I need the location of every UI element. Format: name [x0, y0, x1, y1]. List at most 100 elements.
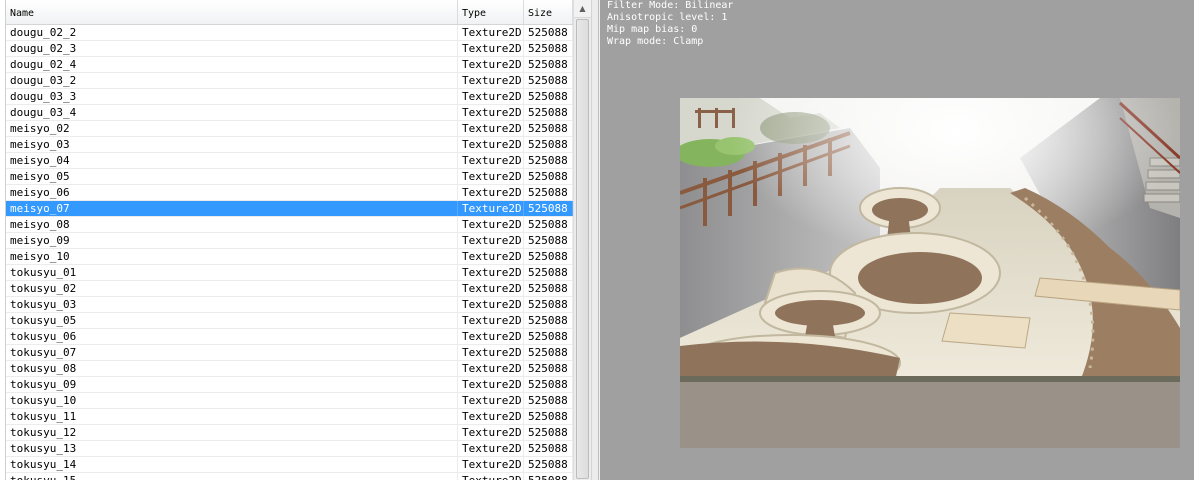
asset-list-rows: dougu_02_2 Texture2D 525088 dougu_02_3 Textu… [6, 25, 573, 480]
asset-name-cell: dougu_02_4 [6, 57, 458, 72]
asset-type-cell: Texture2D [458, 249, 524, 264]
asset-list-row[interactable]: meisyo_07 Texture2D 525088 [6, 201, 573, 217]
asset-viewer-window: Name Type Size dougu_02_2 Texture2D 525088… [0, 0, 1194, 480]
asset-list-row[interactable]: meisyo_04 Texture2D 525088 [6, 153, 573, 169]
asset-size-cell: 525088 [524, 89, 573, 104]
asset-list-row[interactable]: meisyo_08 Texture2D 525088 [6, 217, 573, 233]
asset-type-cell: Texture2D [458, 217, 524, 232]
asset-list-row[interactable]: meisyo_03 Texture2D 525088 [6, 137, 573, 153]
asset-type-cell: Texture2D [458, 89, 524, 104]
column-header-type[interactable]: Type [458, 0, 524, 24]
asset-size-cell: 525088 [524, 473, 573, 480]
asset-type-cell: Texture2D [458, 25, 524, 40]
asset-list-row[interactable]: tokusyu_15Texture2D525088 [6, 473, 573, 480]
asset-list-row[interactable]: dougu_02_2 Texture2D 525088 [6, 25, 573, 41]
asset-name-cell: tokusyu_06 [6, 329, 458, 344]
scrollbar-thumb[interactable] [576, 19, 589, 479]
column-header-size[interactable]: Size [524, 0, 573, 24]
asset-size-cell: 525088 [524, 265, 573, 280]
asset-list-row[interactable]: tokusyu_08 Texture2D 525088 [6, 361, 573, 377]
asset-list-row[interactable]: meisyo_05 Texture2D 525088 [6, 169, 573, 185]
asset-list-row[interactable]: dougu_03_4 Texture2D 525088 [6, 105, 573, 121]
asset-type-cell: Texture2D [458, 73, 524, 88]
asset-list-panel: Name Type Size dougu_02_2 Texture2D 525088… [0, 0, 591, 480]
asset-name-cell: dougu_03_2 [6, 73, 458, 88]
asset-list-row[interactable]: tokusyu_12 Texture2D 525088 [6, 425, 573, 441]
asset-name-cell: tokusyu_07 [6, 345, 458, 360]
asset-type-cell: Texture2D [458, 313, 524, 328]
asset-size-cell: 525088 [524, 41, 573, 56]
asset-name-cell: tokusyu_12 [6, 425, 458, 440]
asset-name-cell: tokusyu_10 [6, 393, 458, 408]
asset-type-cell: Texture2D [458, 121, 524, 136]
asset-type-cell: Texture2D [458, 41, 524, 56]
asset-list-row[interactable]: tokusyu_02 Texture2D 525088 [6, 281, 573, 297]
asset-list-row[interactable]: meisyo_02 Texture2D 525088 [6, 121, 573, 137]
asset-list-row[interactable]: tokusyu_09 Texture2D 525088 [6, 377, 573, 393]
scroll-up-arrow-icon[interactable]: ▲ [574, 0, 591, 18]
asset-type-cell: Texture2D [458, 409, 524, 424]
asset-type-cell: Texture2D [458, 281, 524, 296]
asset-name-cell: dougu_02_3 [6, 41, 458, 56]
asset-list-row[interactable]: dougu_03_3 Texture2D 525088 [6, 89, 573, 105]
asset-name-cell: tokusyu_03 [6, 297, 458, 312]
asset-list-row[interactable]: tokusyu_07 Texture2D 525088 [6, 345, 573, 361]
asset-name-cell: tokusyu_11 [6, 409, 458, 424]
vertical-scrollbar[interactable]: ▲ [573, 0, 591, 480]
asset-list-row[interactable]: tokusyu_03 Texture2D 525088 [6, 297, 573, 313]
asset-name-cell: tokusyu_05 [6, 313, 458, 328]
asset-type-cell: Texture2D [458, 457, 524, 472]
asset-size-cell: 525088 [524, 121, 573, 136]
panel-splitter[interactable] [591, 0, 599, 480]
asset-size-cell: 525088 [524, 409, 573, 424]
column-header-name[interactable]: Name [6, 0, 458, 24]
asset-list[interactable]: Name Type Size dougu_02_2 Texture2D 525088… [5, 0, 573, 480]
asset-size-cell: 525088 [524, 313, 573, 328]
asset-list-row[interactable]: meisyo_06 Texture2D 525088 [6, 185, 573, 201]
asset-list-row[interactable]: meisyo_10 Texture2D 525088 [6, 249, 573, 265]
asset-size-cell: 525088 [524, 329, 573, 344]
asset-list-row[interactable]: dougu_03_2 Texture2D 525088 [6, 73, 573, 89]
texture-preview-panel: Filter Mode: Bilinear Anisotropic level:… [600, 0, 1194, 480]
asset-list-row[interactable]: tokusyu_10 Texture2D 525088 [6, 393, 573, 409]
asset-size-cell: 525088 [524, 393, 573, 408]
asset-list-row[interactable]: dougu_02_3 Texture2D 525088 [6, 41, 573, 57]
asset-size-cell: 525088 [524, 233, 573, 248]
asset-type-cell: Texture2D [458, 297, 524, 312]
asset-size-cell: 525088 [524, 297, 573, 312]
asset-list-row[interactable]: tokusyu_05 Texture2D 525088 [6, 313, 573, 329]
asset-size-cell: 525088 [524, 217, 573, 232]
asset-name-cell: meisyo_06 [6, 185, 458, 200]
asset-type-cell: Texture2D [458, 153, 524, 168]
asset-size-cell: 525088 [524, 281, 573, 296]
asset-size-cell: 525088 [524, 345, 573, 360]
asset-type-cell: Texture2D [458, 233, 524, 248]
asset-type-cell: Texture2D [458, 473, 524, 480]
asset-name-cell: meisyo_03 [6, 137, 458, 152]
asset-size-cell: 525088 [524, 105, 573, 120]
asset-name-cell: meisyo_02 [6, 121, 458, 136]
asset-name-cell: dougu_02_2 [6, 25, 458, 40]
asset-size-cell: 525088 [524, 185, 573, 200]
mip-map-bias-label: Mip map bias: 0 [607, 24, 698, 35]
asset-size-cell: 525088 [524, 25, 573, 40]
asset-list-row[interactable]: tokusyu_01 Texture2D 525088 [6, 265, 573, 281]
asset-type-cell: Texture2D [458, 265, 524, 280]
asset-size-cell: 525088 [524, 425, 573, 440]
asset-size-cell: 525088 [524, 73, 573, 88]
asset-name-cell: meisyo_04 [6, 153, 458, 168]
texture-info-text: Filter Mode: Bilinear Anisotropic level:… [607, 0, 733, 48]
asset-name-cell: tokusyu_15 [6, 473, 458, 480]
asset-list-row[interactable]: tokusyu_14 Texture2D 525088 [6, 457, 573, 473]
asset-name-cell: tokusyu_01 [6, 265, 458, 280]
asset-list-row[interactable]: meisyo_09 Texture2D 525088 [6, 233, 573, 249]
asset-size-cell: 525088 [524, 361, 573, 376]
asset-list-row[interactable]: tokusyu_06 Texture2D 525088 [6, 329, 573, 345]
asset-type-cell: Texture2D [458, 345, 524, 360]
asset-name-cell: meisyo_09 [6, 233, 458, 248]
asset-size-cell: 525088 [524, 441, 573, 456]
asset-list-row[interactable]: tokusyu_11 Texture2D 525088 [6, 409, 573, 425]
asset-type-cell: Texture2D [458, 441, 524, 456]
asset-list-row[interactable]: tokusyu_13 Texture2D 525088 [6, 441, 573, 457]
asset-list-row[interactable]: dougu_02_4 Texture2D 525088 [6, 57, 573, 73]
